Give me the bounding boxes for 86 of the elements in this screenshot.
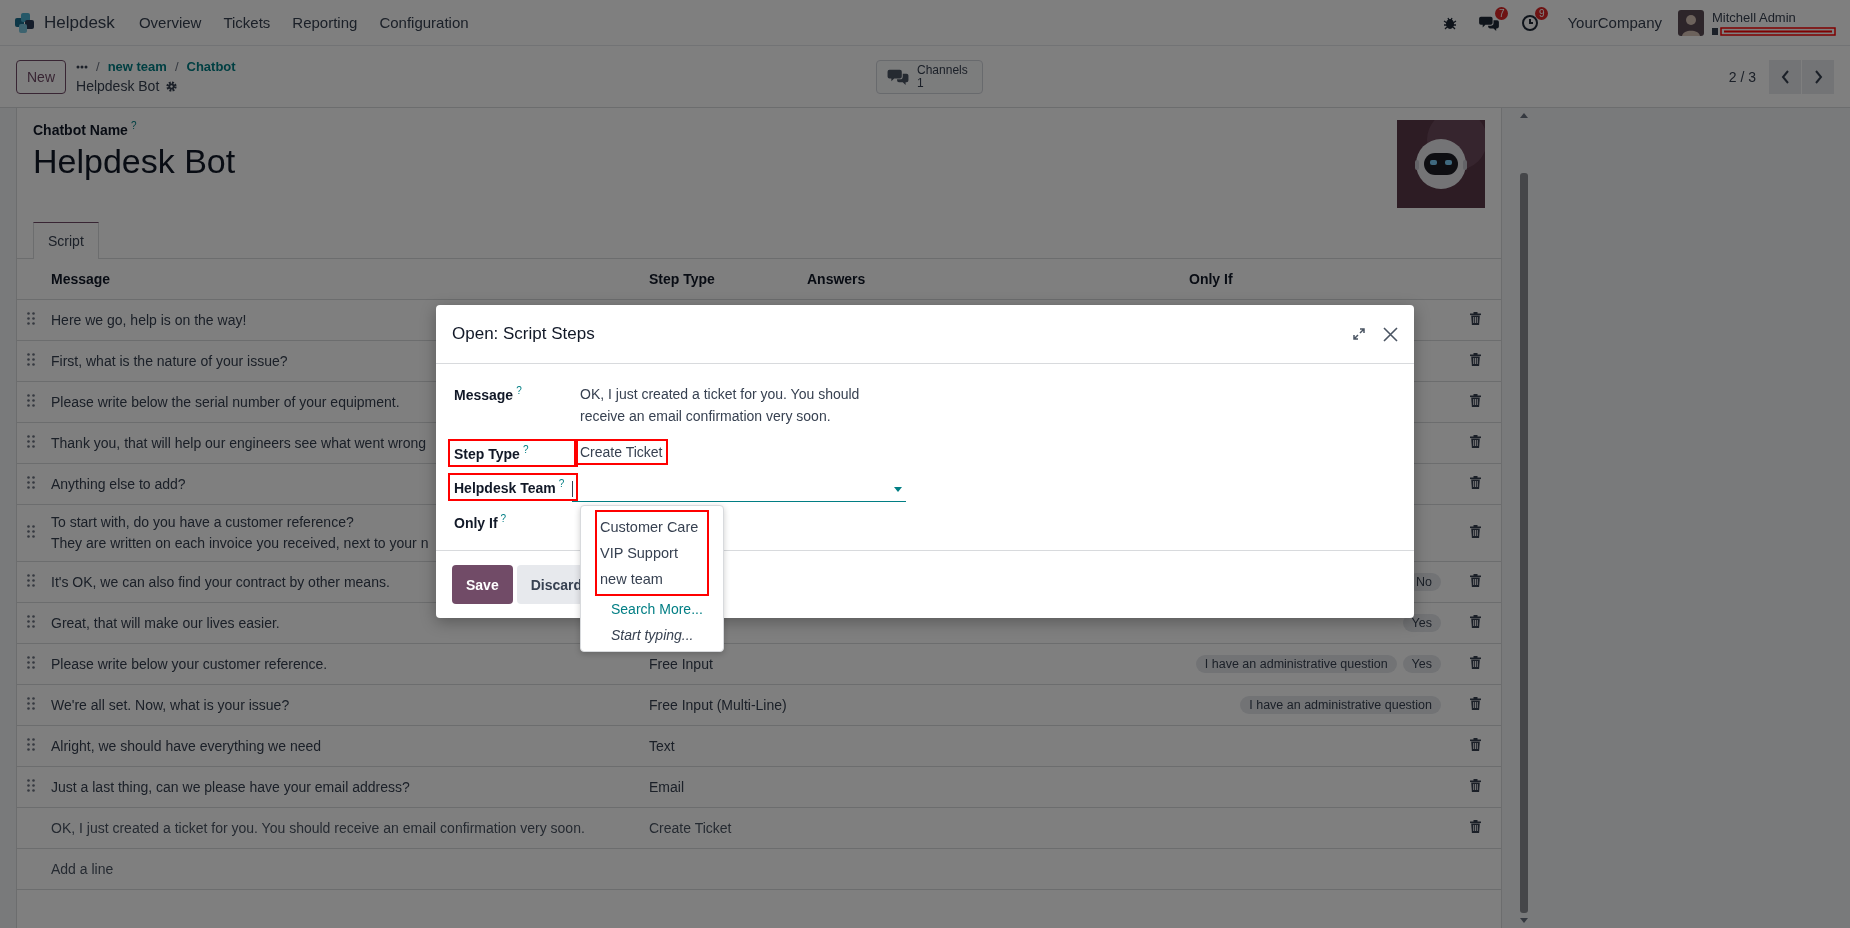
trash-icon[interactable]	[1469, 525, 1481, 538]
tag: Yes	[1402, 655, 1441, 673]
drag-handle-icon[interactable]	[27, 738, 35, 751]
trash-icon[interactable]	[1469, 656, 1481, 669]
menu-item[interactable]: Reporting	[292, 14, 358, 31]
chevron-left-icon	[1780, 69, 1790, 84]
company-switcher[interactable]: YourCompany	[1567, 14, 1662, 31]
table-cell: Just a last thing, can we please have your email address?	[45, 766, 643, 808]
drag-handle-icon[interactable]	[27, 353, 35, 366]
breadcrumb-separator: /	[96, 59, 100, 74]
trash-icon[interactable]	[1469, 476, 1481, 489]
drag-handle-icon[interactable]	[27, 476, 35, 489]
help-mark[interactable]: ?	[500, 513, 507, 524]
table-cell: Text	[643, 725, 801, 767]
field-label: Step Type	[454, 445, 520, 462]
user-name[interactable]: Mitchell Admin	[1712, 9, 1836, 25]
app-name[interactable]: Helpdesk	[44, 12, 115, 33]
field-value: Create Ticket	[574, 439, 669, 465]
column-header[interactable]: Step Type	[643, 259, 801, 300]
column-header[interactable]: Answers	[801, 259, 1183, 300]
tab[interactable]: Script	[33, 222, 99, 259]
drag-handle-icon[interactable]	[27, 615, 35, 628]
record-title: Helpdesk Bot	[76, 78, 160, 94]
user-avatar[interactable]	[1678, 9, 1704, 36]
save-button[interactable]: Save	[452, 565, 513, 604]
table-cell: We're all set. Now, what is your issue?	[45, 684, 643, 726]
column-header[interactable]: Only If	[1183, 259, 1449, 300]
trash-icon[interactable]	[1469, 820, 1481, 833]
pager-value: 2 / 3	[1728, 68, 1756, 85]
breadcrumb-link[interactable]: new team	[107, 59, 167, 74]
field-label: Only If	[454, 514, 498, 531]
menu-item[interactable]: Overview	[138, 14, 202, 31]
message-count: 7	[1494, 6, 1509, 20]
menu-item[interactable]: Tickets	[223, 14, 271, 31]
trash-icon[interactable]	[1469, 394, 1481, 407]
field-label: Chatbot Name	[33, 121, 128, 138]
help-mark[interactable]: ?	[558, 478, 565, 489]
chatbot-name: Helpdesk Bot	[33, 141, 237, 181]
table-cell: Free Input (Multi-Line)	[643, 684, 801, 726]
clock-icon[interactable]	[1521, 13, 1540, 32]
more-breadcrumbs-icon[interactable]	[76, 64, 88, 69]
table-cell: Email	[643, 766, 801, 808]
tag: Yes	[1402, 614, 1441, 632]
help-mark[interactable]: ?	[522, 444, 529, 455]
trash-icon[interactable]	[1469, 312, 1481, 325]
drag-handle-icon[interactable]	[27, 779, 35, 792]
trash-icon[interactable]	[1469, 353, 1481, 366]
table-cell: Alright, we should have everything we need	[45, 725, 643, 767]
close-icon[interactable]	[1383, 326, 1398, 342]
drag-handle-icon[interactable]	[27, 435, 35, 448]
help-mark[interactable]: ?	[516, 385, 522, 396]
breadcrumb-separator: /	[174, 59, 179, 74]
drag-handle-icon[interactable]	[27, 394, 35, 407]
trash-icon[interactable]	[1469, 779, 1481, 792]
next-button[interactable]	[1802, 59, 1834, 94]
trash-icon[interactable]	[1469, 435, 1481, 448]
channels-button[interactable]: Channels 1	[876, 59, 983, 94]
bug-icon[interactable]	[1443, 15, 1458, 30]
drag-handle-icon[interactable]	[27, 525, 35, 538]
menu-item[interactable]: Configuration	[379, 14, 469, 31]
drag-handle-icon[interactable]	[27, 312, 35, 325]
table-cell: OK, I just created a ticket for you. You should receive an email confirmation very soon.	[45, 807, 643, 849]
trash-icon[interactable]	[1469, 697, 1481, 710]
activity-count: 9	[1534, 6, 1549, 20]
expand-icon[interactable]	[1353, 328, 1365, 340]
tag: I have an administrative question	[1195, 655, 1397, 673]
caret-icon	[894, 486, 902, 492]
new-button[interactable]: New	[16, 59, 66, 94]
previous-button[interactable]	[1769, 59, 1801, 94]
trash-icon[interactable]	[1469, 738, 1481, 751]
table-cell: Create Ticket	[643, 807, 801, 849]
app-logo-icon	[14, 11, 36, 34]
drag-handle-icon[interactable]	[27, 574, 35, 587]
drag-handle-icon[interactable]	[27, 656, 35, 669]
settings-icon[interactable]	[165, 79, 179, 93]
field-label: Message	[454, 386, 514, 403]
add-line-link[interactable]: Add a line	[51, 861, 114, 877]
help-mark[interactable]: ?	[130, 120, 137, 131]
trash-icon[interactable]	[1469, 615, 1481, 628]
breadcrumb-link[interactable]: Chatbot	[186, 59, 236, 74]
trash-icon[interactable]	[1469, 574, 1481, 587]
chat-icon	[887, 67, 909, 86]
chevron-right-icon	[1813, 69, 1823, 84]
drag-handle-icon[interactable]	[27, 697, 35, 710]
column-header[interactable]: Message	[45, 259, 643, 300]
field-label: Helpdesk Team	[454, 479, 556, 496]
